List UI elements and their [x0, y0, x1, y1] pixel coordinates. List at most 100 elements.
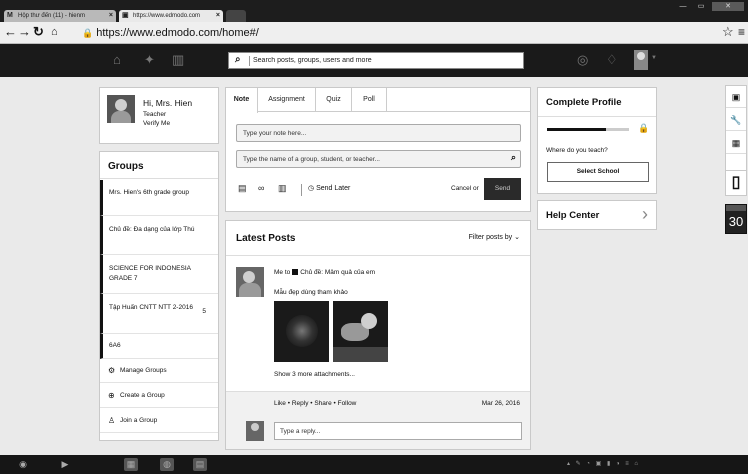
play-icon[interactable]: ▶ — [58, 458, 72, 471]
toolbar-divider — [301, 184, 302, 196]
messages-icon[interactable]: ◎ — [577, 53, 588, 67]
minimize-icon[interactable]: — — [676, 2, 690, 11]
close-tab-icon[interactable]: × — [109, 10, 113, 22]
profile-progress-bar — [547, 128, 629, 131]
send-later-button[interactable]: ◷ Send Later — [308, 184, 350, 192]
tab-label: Hộp thư đến (11) - hienm — [18, 13, 85, 19]
start-icon[interactable]: ◉ — [16, 458, 30, 471]
group-item[interactable]: Chủ đề: Đa dạng của lớp Thú — [100, 216, 218, 255]
create-group-button[interactable]: ⊕ Create a Group — [100, 384, 218, 408]
verify-link[interactable]: Verify Me — [143, 120, 170, 127]
reload-icon[interactable]: ↻ — [33, 25, 44, 39]
action-label: Join a Group — [120, 417, 158, 424]
tab-note[interactable]: Note — [226, 88, 258, 113]
search-icon[interactable]: ⌕ — [511, 152, 516, 163]
greeting[interactable]: Hi, Mrs. Hien — [143, 98, 192, 108]
file-explorer-icon[interactable]: ▦ — [124, 458, 138, 471]
chevron-down-icon: ⌄ — [514, 234, 520, 241]
avatar — [246, 421, 264, 441]
backpack-icon[interactable]: ▥ — [172, 53, 184, 67]
apps-grid-icon[interactable]: ▦ — [726, 132, 746, 154]
notifications-bell-icon[interactable]: ♢ — [606, 53, 618, 67]
browser-tab-edmodo[interactable]: ▣ https://www.edmodo.com × — [119, 10, 223, 22]
note-input[interactable] — [243, 127, 503, 139]
new-tab-button[interactable] — [226, 10, 246, 22]
group-count: 5 — [202, 308, 206, 315]
forward-icon[interactable]: → — [18, 25, 31, 39]
close-tab-icon[interactable]: × — [216, 10, 220, 22]
tab-poll[interactable]: Poll — [352, 88, 387, 112]
chrome-icon[interactable]: ◍ — [160, 458, 174, 471]
wrench-icon[interactable]: 🔧 — [726, 109, 746, 131]
browser-menu-icon[interactable]: ≡ — [738, 25, 745, 39]
profile-avatar[interactable] — [107, 95, 135, 123]
edmodo-top-nav: ⌂ ✦ ▥ ⌕ ◎ ♢ ▼ — [0, 44, 748, 77]
post-sender[interactable]: Me to — [274, 269, 290, 276]
side-toolbar: ▣ 🔧 ▦ — [725, 85, 747, 177]
action-label: Create a Group — [120, 392, 165, 399]
office-icon[interactable]: ▯ — [725, 170, 747, 196]
home-icon[interactable]: ⌂ — [113, 53, 121, 67]
attachment-thumbnail[interactable] — [333, 301, 388, 362]
browser-tab-gmail[interactable]: M Hộp thư đến (11) - hienm × — [4, 10, 116, 22]
reply-field[interactable] — [274, 422, 522, 440]
post-actions: Like • Reply • Share • Follow — [274, 400, 357, 407]
backpack-icon[interactable]: ▣ — [726, 86, 746, 108]
groups-panel: Groups Mrs. Hien's 6th grade group Chủ đ… — [99, 151, 219, 441]
follow-button[interactable]: Follow — [338, 400, 357, 407]
search-divider — [249, 56, 250, 66]
divider — [538, 116, 656, 117]
group-item[interactable]: Tập Huấn CNTT NTT 2-2016 5 — [100, 294, 218, 334]
complete-profile-card: Complete Profile 🔒 Where do you teach? S… — [537, 87, 657, 194]
recipient-field[interactable]: ⌕ — [236, 150, 521, 168]
join-group-button[interactable]: ♙ Join a Group — [100, 409, 218, 433]
tab-quiz[interactable]: Quiz — [316, 88, 352, 112]
url-field[interactable]: 🔒 https://www.edmodo.com/home#/ — [82, 26, 259, 40]
group-item[interactable]: SCIENCE FOR INDONESIA GRADE 7 — [100, 255, 218, 294]
share-button[interactable]: Share — [314, 400, 331, 407]
group-icon — [292, 269, 299, 275]
back-icon[interactable]: ← — [4, 25, 17, 39]
like-button[interactable]: Like — [274, 400, 286, 407]
tab-label: https://www.edmodo.com — [133, 13, 201, 19]
help-center-card[interactable]: Help Center › — [537, 200, 657, 230]
send-button[interactable]: Send — [484, 178, 521, 200]
note-field[interactable] — [236, 124, 521, 142]
groups-header: Groups — [100, 152, 218, 179]
filter-posts-dropdown[interactable]: Filter posts by ⌄ — [469, 233, 520, 241]
progress-icon[interactable]: ✦ — [144, 53, 155, 67]
app-icon[interactable]: ▤ — [193, 458, 207, 471]
search-input[interactable] — [253, 54, 513, 67]
tab-assignment[interactable]: Assignment — [258, 88, 316, 112]
post-recipient[interactable]: Chủ đề: Mâm quả của em — [300, 269, 375, 276]
show-more-attachments-link[interactable]: Show 3 more attachments... — [274, 371, 355, 378]
post-author-avatar[interactable] — [236, 267, 264, 297]
group-item[interactable]: 6A6 — [100, 334, 218, 359]
school-question: Where do you teach? — [546, 147, 608, 154]
user-role: Teacher — [143, 111, 167, 118]
recipient-input[interactable] — [243, 153, 503, 165]
user-avatar[interactable] — [634, 50, 648, 70]
window-close-icon[interactable]: ✕ — [712, 2, 744, 11]
cancel-link[interactable]: Cancel or — [451, 185, 479, 192]
select-school-button[interactable]: Select School — [547, 162, 649, 182]
os-taskbar: ◉ ▶ ▦ ◍ ▤ ▴ ✎ ◔ ▣ ▮ ◑ ≡ ⌂ — [0, 455, 748, 474]
home-icon[interactable]: ⌂ — [51, 25, 58, 39]
manage-groups-button[interactable]: ⚙ Manage Groups — [100, 359, 218, 383]
maximize-icon[interactable]: ▭ — [692, 2, 710, 11]
edmodo-icon: ▣ — [122, 12, 129, 19]
plus-circle-icon: ⊕ — [108, 391, 115, 400]
search-box[interactable]: ⌕ — [228, 52, 524, 69]
lock-icon: 🔒 — [82, 28, 94, 38]
attachment-thumbnail[interactable] — [274, 301, 329, 362]
reply-input[interactable] — [280, 425, 510, 437]
reply-button[interactable]: Reply — [292, 400, 309, 407]
chevron-down-icon[interactable]: ▼ — [651, 55, 657, 61]
group-item[interactable]: Mrs. Hien's 6th grade group — [100, 180, 218, 216]
bookmark-star-icon[interactable]: ☆ — [722, 24, 734, 40]
library-icon[interactable]: ▥ — [278, 183, 287, 194]
calendar-icon[interactable]: 30 — [725, 204, 747, 234]
attach-file-icon[interactable]: ▤ — [238, 183, 247, 194]
link-icon[interactable]: ∞ — [258, 183, 264, 193]
profile-card: Hi, Mrs. Hien Teacher Verify Me — [99, 87, 219, 144]
